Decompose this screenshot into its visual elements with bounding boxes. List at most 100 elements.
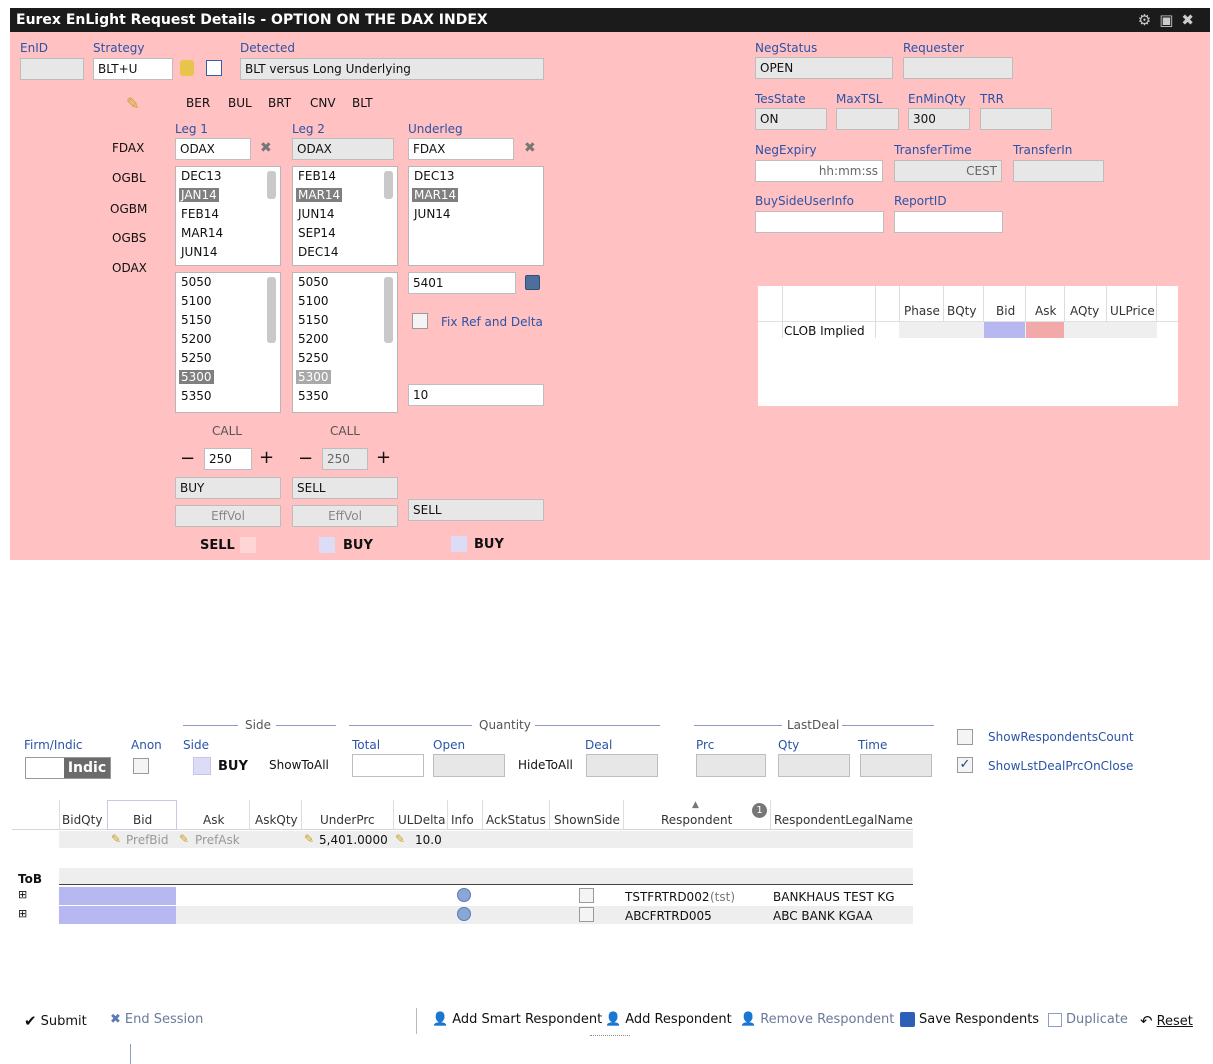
expand-icon[interactable]: ⊞ — [18, 907, 27, 920]
pref-bid-pencil-icon[interactable]: ✎ — [111, 832, 121, 846]
leg1-strike-list[interactable]: 5050 5100 5150 5200 5250 5300 5350 — [175, 272, 281, 413]
col-respondent[interactable]: Respondent — [661, 813, 732, 827]
list-item[interactable]: 5350 — [176, 387, 280, 406]
list-item[interactable]: 5300 — [176, 368, 280, 387]
list-item[interactable]: SEP14 — [293, 224, 397, 243]
sort-asc-icon[interactable]: ▲ — [692, 800, 699, 810]
list-item[interactable]: DEC13 — [409, 167, 543, 186]
underleg-side-swatch[interactable] — [451, 536, 467, 552]
strategy-tab-ber[interactable]: BER — [186, 96, 210, 110]
close-icon[interactable]: ✖ — [1181, 11, 1202, 29]
lock-icon[interactable] — [180, 60, 194, 76]
leg1-clear-icon[interactable]: ✖ — [260, 140, 272, 156]
list-item[interactable]: 5300 — [293, 368, 397, 387]
fix-ref-checkbox[interactable] — [412, 313, 428, 329]
col-respondentlegalname[interactable]: RespondentLegalName — [774, 813, 913, 827]
leg2-minus-icon[interactable]: − — [298, 448, 313, 469]
list-item[interactable]: JUN14 — [409, 205, 543, 224]
clob-bid-cell[interactable] — [984, 322, 1025, 338]
firm-indic-toggle[interactable]: Indic — [25, 757, 111, 779]
negexpiry-field[interactable]: hh:mm:ss — [755, 160, 883, 182]
product-fdax[interactable]: FDAX — [112, 141, 144, 155]
info-icon[interactable] — [457, 907, 471, 921]
clob-col-aqty[interactable]: AQty — [1070, 304, 1099, 318]
leg2-side-field[interactable]: SELL — [292, 477, 398, 499]
underleg-delta-field[interactable]: 10 — [408, 384, 544, 406]
save-respondents-button[interactable]: Save Respondents — [900, 1012, 1039, 1027]
leg1-qty-field[interactable]: 250 — [204, 448, 252, 470]
enid-field[interactable] — [20, 58, 84, 80]
total-field[interactable] — [352, 754, 424, 777]
list-item[interactable]: 5200 — [293, 330, 397, 349]
duplicate-button[interactable]: Duplicate — [1048, 1012, 1128, 1027]
col-ask[interactable]: Ask — [203, 813, 224, 827]
resize-grip[interactable] — [590, 1035, 630, 1038]
leg1-expiry-list[interactable]: DEC13 JAN14 FEB14 MAR14 JUN14 — [175, 166, 281, 266]
show-lst-deal-checkbox[interactable]: ✓ — [957, 757, 973, 773]
list-item[interactable]: 5200 — [176, 330, 280, 349]
show-resp-count-checkbox[interactable] — [957, 729, 973, 745]
product-ogbl[interactable]: OGBL — [112, 171, 146, 185]
list-item[interactable]: 5150 — [293, 311, 397, 330]
list-item[interactable]: JAN14 — [176, 186, 280, 205]
end-session-button[interactable]: ✖ End Session — [110, 1012, 203, 1027]
leg1-product-field[interactable]: ODAX — [175, 138, 251, 160]
underleg-price-field[interactable]: 5401 — [408, 272, 516, 294]
clob-col-bid[interactable]: Bid — [996, 304, 1015, 318]
col-underprc[interactable]: UnderPrc — [320, 813, 375, 827]
leg2-effvol-field[interactable]: EffVol — [292, 505, 398, 527]
leg1-effvol-field[interactable]: EffVol — [175, 505, 281, 527]
shown-side-checkbox[interactable] — [579, 888, 594, 903]
hide-to-all[interactable]: HideToAll — [518, 758, 573, 772]
col-askqty[interactable]: AskQty — [255, 813, 298, 827]
leg2-side-swatch[interactable] — [319, 537, 335, 553]
clob-col-bqty[interactable]: BQty — [947, 304, 976, 318]
scrollbar[interactable] — [384, 277, 393, 343]
under-prc-pencil-icon[interactable]: ✎ — [304, 832, 314, 846]
list-item[interactable]: FEB14 — [176, 205, 280, 224]
leg1-minus-icon[interactable]: − — [180, 448, 195, 469]
col-shownside[interactable]: ShownSide — [554, 813, 620, 827]
underleg-side-field[interactable]: SELL — [408, 499, 544, 521]
pref-ask[interactable]: PrefAsk — [195, 833, 240, 847]
list-item[interactable]: MAR14 — [293, 186, 397, 205]
col-bidqty[interactable]: BidQty — [62, 813, 102, 827]
show-to-all[interactable]: ShowToAll — [269, 758, 329, 772]
col-ackstatus[interactable]: AckStatus — [486, 813, 546, 827]
col-bid[interactable]: Bid — [133, 813, 152, 827]
leg1-side-swatch[interactable] — [240, 537, 256, 553]
remove-respondent-button[interactable]: 👤 Remove Respondent — [740, 1012, 894, 1027]
detach-icon[interactable]: ▣ — [1159, 11, 1181, 29]
clob-col-ulprice[interactable]: ULPrice — [1110, 304, 1155, 318]
reportid-field[interactable] — [894, 211, 1003, 233]
pref-ask-pencil-icon[interactable]: ✎ — [179, 832, 189, 846]
clob-ask-cell[interactable] — [1026, 322, 1064, 338]
list-item[interactable]: MAR14 — [176, 224, 280, 243]
list-item[interactable]: 5100 — [293, 292, 397, 311]
clob-col-phase[interactable]: Phase — [904, 304, 940, 318]
uldelta-value[interactable]: 10.0 — [415, 833, 442, 847]
submit-button[interactable]: ✔ Submit — [24, 1012, 87, 1030]
side-swatch[interactable] — [193, 757, 211, 775]
scrollbar[interactable] — [384, 171, 393, 199]
uldelta-pencil-icon[interactable]: ✎ — [395, 832, 405, 846]
list-item[interactable]: DEC13 — [176, 167, 280, 186]
under-prc-value[interactable]: 5,401.0000 — [319, 833, 388, 847]
leg2-strike-list[interactable]: 5050 5100 5150 5200 5250 5300 5350 — [292, 272, 398, 413]
underleg-clear-icon[interactable]: ✖ — [524, 140, 536, 156]
underleg-product-field[interactable]: FDAX — [408, 138, 514, 160]
shown-side-checkbox[interactable] — [579, 907, 594, 922]
list-item[interactable]: 5250 — [176, 349, 280, 368]
product-odax[interactable]: ODAX — [112, 261, 147, 275]
indic-option[interactable]: Indic — [64, 758, 110, 778]
scrollbar[interactable] — [267, 171, 276, 199]
clob-col-ask[interactable]: Ask — [1035, 304, 1056, 318]
anon-checkbox[interactable] — [133, 758, 149, 774]
leg2-plus-icon[interactable]: + — [376, 447, 391, 468]
list-item[interactable]: DEC14 — [293, 243, 397, 262]
strategy-tab-blt[interactable]: BLT — [352, 96, 373, 110]
scrollbar[interactable] — [267, 277, 276, 343]
product-ogbm[interactable]: OGBM — [110, 202, 147, 216]
strategy-tab-brt[interactable]: BRT — [268, 96, 291, 110]
strategy-tab-cnv[interactable]: CNV — [310, 96, 336, 110]
